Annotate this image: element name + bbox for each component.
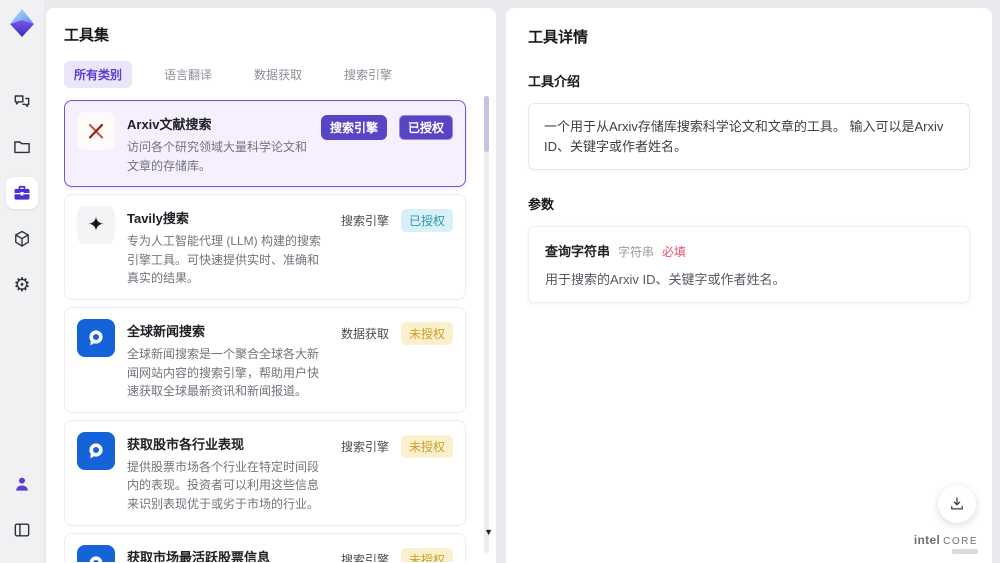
user-avatar-icon — [16, 477, 28, 491]
tool-card[interactable]: ✦ Arxiv文献搜索 访问各个研究领域大量科学论文和文章的存储库。 搜索引擎 … — [64, 100, 466, 188]
tool-card[interactable]: ✦ 获取股市各行业表现 提供股票市场各个行业在特定时间段内的表现。投资者可以利用… — [64, 419, 466, 526]
tool-auth-badge: 未授权 — [400, 321, 453, 345]
tab-2[interactable]: 语言翻译 — [154, 61, 222, 88]
tool-icon: ✦ — [77, 206, 115, 245]
tool-category-badge: 搜索引擎 — [340, 214, 389, 229]
category-tabs: 所有类别 语言翻译 数据获取 搜索引擎 — [64, 61, 476, 88]
sidebar-item-models[interactable] — [6, 223, 38, 255]
app-window: ⚙ 工具集 所有类别语言翻译数据获取搜索引擎 ✦ — [0, 0, 1000, 563]
intel-logo-text: intel — [913, 533, 941, 547]
folder-icon — [14, 141, 30, 154]
tool-list-panel: 工具集 所有类别语言翻译数据获取搜索引擎 ✦ Arxiv文献搜索 访问各个研究领… — [46, 8, 496, 563]
toolbox-icon — [14, 185, 30, 200]
tool-icon: ✦ — [77, 544, 115, 562]
news-app-icon — [89, 443, 103, 459]
tab-1[interactable]: 所有类别 — [64, 61, 133, 88]
tab-4[interactable]: 搜索引擎 — [334, 61, 402, 88]
sidebar-item-files[interactable] — [6, 131, 38, 163]
intro-heading: 工具介绍 — [528, 74, 581, 89]
news-app-icon — [89, 330, 103, 346]
tool-description: 访问各个研究领域大量科学论文和文章的存储库。 — [127, 140, 308, 173]
param-list: 查询字符串 字符串 必填 用于搜索的Arxiv ID、关键字或作者姓名。 — [528, 226, 970, 303]
param-card: 查询字符串 字符串 必填 用于搜索的Arxiv ID、关键字或作者姓名。 — [528, 226, 970, 303]
tool-detail-panel: 工具详情 工具介绍 一个用于从Arxiv存储库搜索科学论文和文章的工具。 输入可… — [506, 8, 992, 563]
tool-category-badge: 搜索引擎 — [340, 552, 389, 562]
tool-name: Tavily搜索 — [127, 211, 189, 227]
tool-intro-text: 一个用于从Arxiv存储库搜索科学论文和文章的工具。 输入可以是Arxiv ID… — [528, 103, 970, 170]
sidebar-item-chat[interactable] — [6, 85, 38, 117]
detail-title: 工具详情 — [528, 29, 589, 46]
app-logo-icon — [7, 8, 37, 38]
download-button[interactable] — [938, 485, 976, 523]
sidebar-item-settings[interactable]: ⚙ — [6, 269, 38, 301]
sidebar-item-account[interactable] — [6, 468, 38, 500]
tool-auth-badge: 已授权 — [398, 115, 453, 140]
tool-icon: ✦ — [77, 431, 115, 470]
tool-icon: ✦ — [77, 318, 115, 357]
tool-name: Arxiv文献搜索 — [127, 117, 212, 132]
logo-sub-badge — [952, 549, 978, 554]
sidebar-item-collapse-panel[interactable] — [6, 514, 38, 546]
tool-auth-badge: 未授权 — [400, 547, 453, 562]
tool-name: 获取市场最活跃股票信息 — [127, 549, 271, 562]
intel-core-logo: intel CORE — [913, 533, 978, 554]
left-sidebar: ⚙ — [0, 0, 44, 563]
tool-card[interactable]: ✦ Tavily搜索 专为人工智能代理 (LLM) 构建的搜索引擎工具。可快速提… — [64, 194, 466, 300]
core-logo-text: CORE — [943, 536, 978, 547]
tool-list: ✦ Arxiv文献搜索 访问各个研究领域大量科学论文和文章的存储库。 搜索引擎 … — [64, 100, 476, 562]
tool-description: 提供股票市场各个行业在特定时间段内的表现。投资者可以利用这些信息来识别表现优于或… — [127, 459, 320, 511]
scrollbar-thumb[interactable] — [484, 96, 489, 152]
panel-divider — [496, 0, 506, 563]
panel-collapse-icon — [14, 523, 30, 537]
sidebar-item-toolbox[interactable] — [6, 177, 38, 209]
tool-category-badge: 搜索引擎 — [340, 439, 389, 454]
param-name: 查询字符串 — [545, 244, 611, 259]
param-type: 字符串 — [618, 245, 655, 259]
cube-icon — [15, 230, 29, 247]
chat-icon — [14, 95, 30, 108]
tool-description: 全球新闻搜索是一个聚合全球各大新闻网站内容的搜索引擎，帮助用户快速获取全球最新资… — [127, 346, 320, 399]
params-heading: 参数 — [528, 197, 555, 212]
tool-auth-badge: 未授权 — [400, 434, 453, 458]
tool-card[interactable]: ✦ 获取市场最活跃股票信息 提供当天交易量最高的股票列表，投资者可以利用这些信息… — [64, 532, 466, 562]
tool-card[interactable]: ✦ 全球新闻搜索 全球新闻搜索是一个聚合全球各大新闻网站内容的搜索引擎，帮助用户… — [64, 306, 466, 413]
tool-category-badge: 搜索引擎 — [320, 115, 387, 140]
tab-3[interactable]: 数据获取 — [244, 61, 312, 88]
scroll-down-caret-icon[interactable]: ▼ — [484, 527, 493, 537]
news-app-icon — [89, 555, 103, 562]
tool-name: 获取股市各行业表现 — [127, 436, 245, 452]
page-title: 工具集 — [64, 27, 110, 44]
arxiv-logo-icon — [88, 123, 104, 139]
gear-icon: ⚙ — [13, 274, 31, 296]
param-required-flag: 必填 — [662, 245, 687, 259]
tool-description: 专为人工智能代理 (LLM) 构建的搜索引擎工具。可快速提供实时、准确和真实的结… — [127, 234, 322, 286]
tool-auth-badge: 已授权 — [400, 209, 453, 233]
tool-category-badge: 数据获取 — [340, 326, 389, 341]
download-icon — [951, 497, 963, 510]
tool-icon: ✦ — [77, 112, 115, 150]
param-description: 用于搜索的Arxiv ID、关键字或作者姓名。 — [545, 272, 786, 287]
list-scrollbar[interactable] — [484, 96, 489, 553]
tavily-star-icon: ✦ — [87, 214, 105, 237]
tool-name: 全球新闻搜索 — [127, 323, 206, 339]
